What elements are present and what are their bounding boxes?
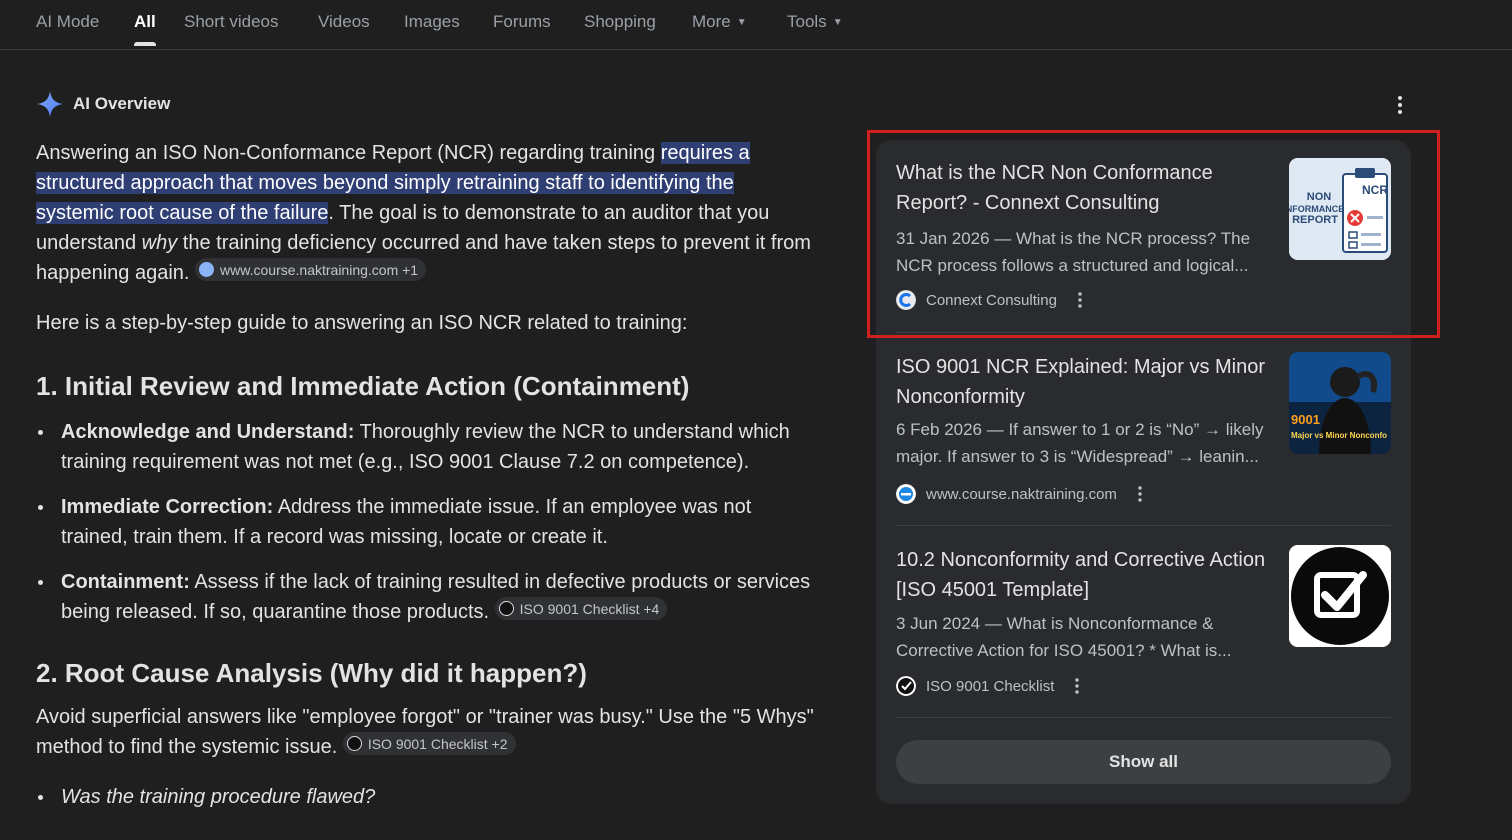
source-title: 10.2 Nonconformity and Corrective Action… xyxy=(896,549,1266,601)
checkbox-logo-image xyxy=(1289,545,1391,647)
divider xyxy=(896,525,1391,526)
tab-tools[interactable]: Tools ▼ xyxy=(787,12,843,32)
source-title: ISO 9001 NCR Explained: Major vs Minor N… xyxy=(896,356,1266,408)
show-all-button[interactable]: Show all xyxy=(896,740,1391,784)
source-site: www.course.naktraining.com xyxy=(896,483,1147,505)
source-thumbnail xyxy=(1289,545,1391,647)
intro-paragraph: Answering an ISO Non-Conformance Report … xyxy=(36,142,811,284)
ai-overview-title: AI Overview xyxy=(73,94,171,113)
list-item: Containment: Assess if the lack of train… xyxy=(36,567,816,627)
site-favicon-icon xyxy=(896,484,916,504)
checklist-icon xyxy=(498,601,514,616)
chevron-down-icon: ▼ xyxy=(832,17,843,28)
guide-intro: Here is a step-by-step guide to answerin… xyxy=(36,312,688,334)
gemini-sparkle-icon xyxy=(37,91,63,117)
tab-ai-mode[interactable]: AI Mode xyxy=(36,12,99,32)
svg-text:Major vs Minor Nonconfo: Major vs Minor Nonconfo xyxy=(1291,431,1387,440)
source-card[interactable]: 10.2 Nonconformity and Corrective Action… xyxy=(896,545,1391,697)
tab-short-videos[interactable]: Short videos xyxy=(184,12,279,32)
confused-person-image: 9001 Major vs Minor Nonconfo xyxy=(1289,352,1391,454)
highlighted-text: requires a xyxy=(660,142,750,164)
source-card[interactable]: ISO 9001 NCR Explained: Major vs Minor N… xyxy=(896,352,1391,505)
ai-overview-body: Answering an ISO Non-Conformance Report … xyxy=(36,138,816,812)
tab-videos[interactable]: Videos xyxy=(318,12,370,32)
source-snippet: 6 Feb 2026 — If answer to 1 or 2 is “No”… xyxy=(896,420,1264,466)
globe-icon xyxy=(199,262,215,277)
tab-forums[interactable]: Forums xyxy=(493,12,551,32)
section-heading: 2. Root Cause Analysis (Why did it happe… xyxy=(36,658,587,688)
highlighted-text: structured approach that moves beyond si… xyxy=(36,172,734,194)
tab-all[interactable]: All xyxy=(134,12,156,46)
section-heading: 1. Initial Review and Immediate Action (… xyxy=(36,371,690,401)
tab-images[interactable]: Images xyxy=(404,12,460,32)
bullet-list: Acknowledge and Understand: Thoroughly r… xyxy=(36,417,816,627)
source-chip[interactable]: www.course.naktraining.com +1 xyxy=(195,258,427,281)
source-site: ISO 9001 Checklist xyxy=(896,675,1084,697)
source-snippet: 3 Jun 2024 — What is Nonconformance & Co… xyxy=(896,614,1232,660)
tab-shopping[interactable]: Shopping xyxy=(584,12,656,32)
svg-text:9001: 9001 xyxy=(1291,412,1320,427)
highlighted-text: systemic root cause of the failure xyxy=(36,202,329,224)
source-options-icon[interactable] xyxy=(1133,485,1147,503)
source-thumbnail: 9001 Major vs Minor Nonconfo xyxy=(1289,352,1391,454)
search-tabs-bar: AI Mode All Short videos Videos Images F… xyxy=(0,0,1512,50)
chevron-down-icon: ▼ xyxy=(736,17,747,28)
list-item: Was the training procedure flawed? xyxy=(36,782,816,812)
checklist-icon xyxy=(346,736,362,751)
more-options-icon[interactable] xyxy=(1390,94,1410,116)
section-paragraph: Avoid superficial answers like "employee… xyxy=(36,706,814,758)
source-chip[interactable]: ISO 9001 Checklist +4 xyxy=(494,597,668,620)
list-item: Acknowledge and Understand: Thoroughly r… xyxy=(36,417,816,477)
site-favicon-icon xyxy=(896,676,916,696)
source-options-icon[interactable] xyxy=(1070,677,1084,695)
bullet-list: Was the training procedure flawed? xyxy=(36,782,816,812)
ai-overview-header: AI Overview xyxy=(36,90,170,118)
tab-more[interactable]: More ▼ xyxy=(692,12,747,32)
divider xyxy=(896,717,1391,718)
source-chip[interactable]: ISO 9001 Checklist +2 xyxy=(342,732,516,755)
list-item: Immediate Correction: Address the immedi… xyxy=(36,492,816,552)
highlight-annotation-box xyxy=(867,130,1440,338)
